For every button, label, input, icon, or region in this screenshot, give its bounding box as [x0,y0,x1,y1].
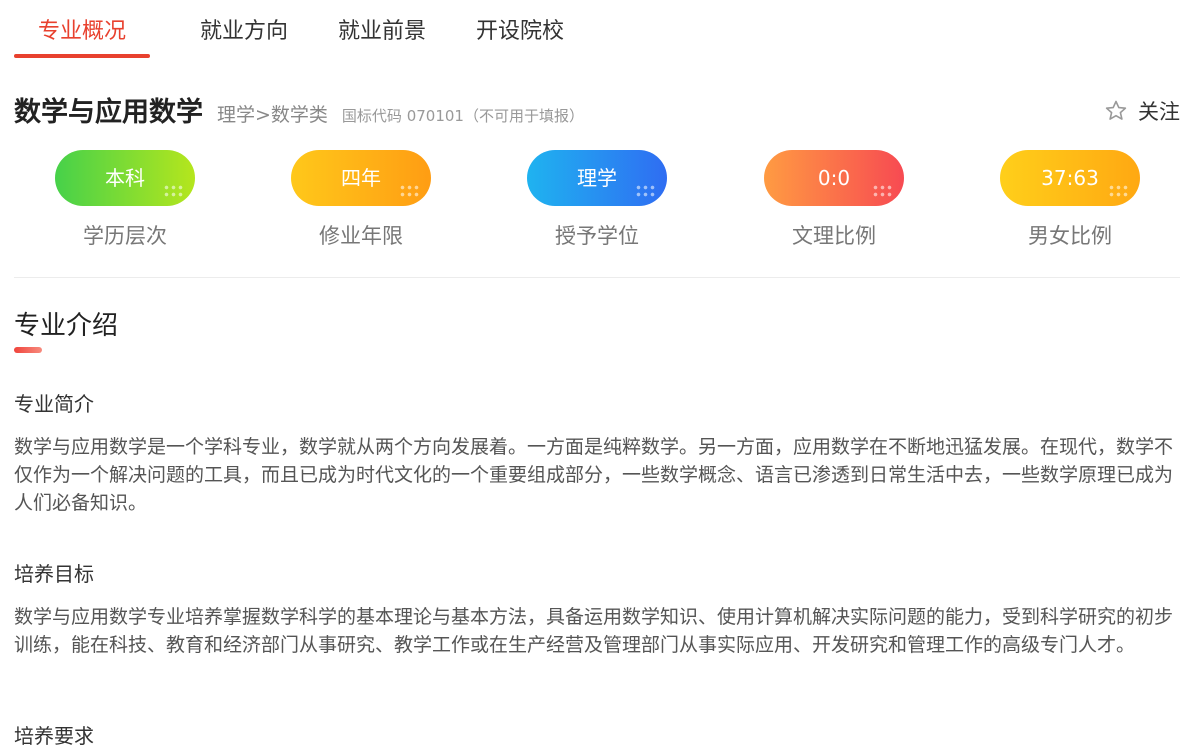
major-name: 数学与应用数学 [14,97,203,128]
dots-decoration-icon [163,184,183,198]
section-title-accent [14,347,42,353]
stat-degree: 理学 授予学位 [527,150,667,250]
goal-text: 数学与应用数学专业培养掌握数学科学的基本理论与基本方法，具备运用数学知识、使用计… [14,606,1174,656]
goal-title: 培养目标 [14,562,94,586]
duration-value: 四年 [341,166,381,190]
arts-science-ratio-label: 文理比例 [792,224,876,248]
education-level-pill: 本科 [55,150,195,206]
gender-ratio-pill: 37:63 [1000,150,1140,206]
follow-button[interactable]: 关注 [1104,96,1180,126]
tab-career-direction[interactable]: 就业方向 [200,0,288,60]
major-code: 国标代码 070101（不可用于填报） [341,107,584,125]
tab-colleges[interactable]: 开设院校 [476,0,564,60]
intro-title: 专业简介 [14,392,94,416]
stat-duration: 四年 修业年限 [291,150,431,250]
arts-science-ratio-value: 0:0 [817,166,851,190]
degree-pill: 理学 [527,150,667,206]
gender-ratio-value: 37:63 [1041,166,1099,190]
tab-bar: 专业概况 就业方向 就业前景 开设院校 [14,0,614,60]
dots-decoration-icon [399,184,419,198]
goal-block: 培养目标 数学与应用数学专业培养掌握数学科学的基本理论与基本方法，具备运用数学知… [14,558,1176,659]
education-level-value: 本科 [105,166,145,190]
degree-value: 理学 [577,166,617,190]
dots-decoration-icon [872,184,892,198]
requirements-title: 培养要求 [14,724,94,748]
arts-science-ratio-pill: 0:0 [764,150,904,206]
gender-ratio-label: 男女比例 [1028,224,1112,248]
section-divider [14,277,1180,278]
education-level-label: 学历层次 [83,224,167,248]
intro-text: 数学与应用数学是一个学科专业，数学就从两个方向发展着。一方面是纯粹数学。另一方面… [14,436,1174,514]
stat-gender-ratio: 37:63 男女比例 [1000,150,1140,250]
section-title: 专业介绍 [14,311,119,341]
major-category: 理学>数学类 [217,104,328,126]
dots-decoration-icon [1108,184,1128,198]
degree-label: 授予学位 [555,224,639,248]
tab-overview[interactable]: 专业概况 [14,0,151,60]
major-header: 数学与应用数学 理学>数学类 国标代码 070101（不可用于填报） 关注 [14,90,1180,134]
star-outline-icon [1105,100,1127,120]
stat-arts-science-ratio: 0:0 文理比例 [764,150,904,250]
stat-education-level: 本科 学历层次 [55,150,195,250]
tab-career-prospects[interactable]: 就业前景 [338,0,426,60]
dots-decoration-icon [635,184,655,198]
follow-label: 关注 [1138,100,1180,124]
duration-label: 修业年限 [319,224,403,248]
duration-pill: 四年 [291,150,431,206]
major-stats: 本科 学历层次 四年 修业年限 理学 授予学位 0:0 文理比例 37:63 男… [14,150,1180,260]
intro-block: 专业简介 数学与应用数学是一个学科专业，数学就从两个方向发展着。一方面是纯粹数学… [14,388,1176,517]
